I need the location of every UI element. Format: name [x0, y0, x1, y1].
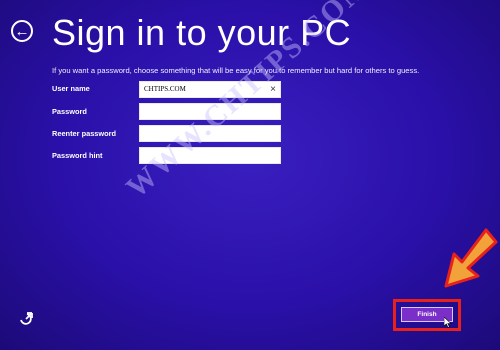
red-arrow-icon — [444, 228, 498, 288]
back-arrow-icon[interactable]: ← — [11, 20, 33, 42]
reenter-password-label: Reenter password — [52, 129, 117, 138]
username-label: User name — [52, 84, 90, 93]
password-hint-label: Password hint — [52, 151, 103, 160]
ease-of-access-icon[interactable] — [18, 311, 34, 327]
username-value: CHTIPS.COM — [144, 85, 186, 93]
password-label: Password — [52, 107, 87, 116]
password-instructions: If you want a password, choose something… — [52, 66, 420, 75]
mouse-cursor-icon — [444, 317, 452, 328]
